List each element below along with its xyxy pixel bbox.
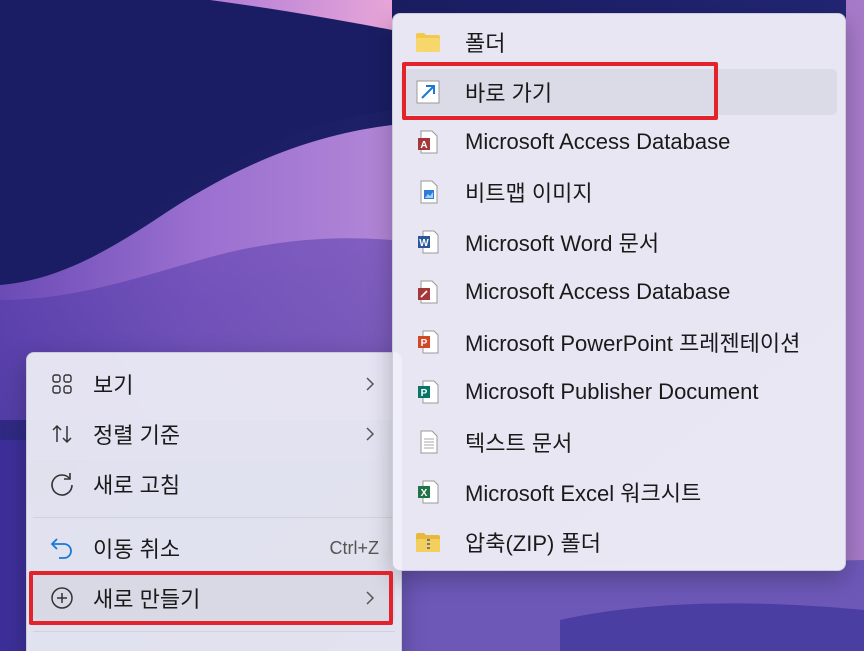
menu-separator <box>33 631 395 632</box>
shortcut-text: Ctrl+Z <box>329 537 380 558</box>
menu-item-label: 정렬 기준 <box>93 423 181 448</box>
svg-text:W: W <box>419 238 429 249</box>
submenu-item-label: Microsoft Access Database <box>465 129 731 154</box>
submenu-item-label: Microsoft Word 문서 <box>465 231 660 256</box>
submenu-item-publisher[interactable]: P Microsoft Publisher Document <box>401 369 837 415</box>
submenu-item-access-db-2[interactable]: Microsoft Access Database <box>401 269 837 315</box>
submenu-item-access-db[interactable]: A Microsoft Access Database <box>401 119 837 165</box>
svg-text:P: P <box>421 338 428 349</box>
submenu-item-label: Microsoft Publisher Document <box>465 379 759 404</box>
menu-item-sort-by[interactable]: 정렬 기준 <box>33 411 395 457</box>
submenu-item-word[interactable]: W Microsoft Word 문서 <box>401 219 837 265</box>
submenu-item-label: 비트맵 이미지 <box>465 181 593 206</box>
submenu-item-excel[interactable]: X Microsoft Excel 워크시트 <box>401 469 837 515</box>
undo-icon <box>49 535 75 561</box>
excel-file-icon: X <box>415 479 441 505</box>
svg-text:X: X <box>421 488 428 499</box>
svg-text:A: A <box>420 140 427 151</box>
submenu-item-label: Microsoft PowerPoint 프레젠테이션 <box>465 331 801 356</box>
svg-text:P: P <box>421 388 428 399</box>
submenu-item-label: Microsoft Excel 워크시트 <box>465 481 702 506</box>
highlight-box-new <box>29 571 393 625</box>
submenu-item-label: 폴더 <box>465 31 506 56</box>
highlight-box-shortcut <box>402 62 718 120</box>
powerpoint-file-icon: P <box>415 329 441 355</box>
menu-item-label: 보기 <box>93 373 134 398</box>
menu-item-refresh[interactable]: 새로 고침 <box>33 461 395 507</box>
bitmap-file-icon <box>415 179 441 205</box>
menu-item-label: 이동 취소 <box>93 537 181 562</box>
sort-icon <box>49 421 75 447</box>
menu-item-undo-move[interactable]: 이동 취소 Ctrl+Z <box>33 525 395 571</box>
word-file-icon: W <box>415 229 441 255</box>
menu-item-view[interactable]: 보기 <box>33 361 395 407</box>
access-file-icon <box>415 279 441 305</box>
chevron-right-icon <box>363 375 377 393</box>
publisher-file-icon: P <box>415 379 441 405</box>
zip-folder-icon <box>415 529 441 555</box>
menu-separator <box>33 517 395 518</box>
folder-icon <box>415 29 441 55</box>
chevron-right-icon <box>363 425 377 443</box>
text-file-icon <box>415 429 441 455</box>
grid-icon <box>49 371 75 397</box>
submenu-item-label: Microsoft Access Database <box>465 279 731 304</box>
menu-item-label: 새로 고침 <box>93 473 181 498</box>
submenu-item-text[interactable]: 텍스트 문서 <box>401 419 837 465</box>
submenu-item-powerpoint[interactable]: P Microsoft PowerPoint 프레젠테이션 <box>401 319 837 365</box>
submenu-item-zip-folder[interactable]: 압축(ZIP) 폴더 <box>401 519 837 565</box>
submenu-item-bitmap[interactable]: 비트맵 이미지 <box>401 169 837 215</box>
submenu-item-label: 압축(ZIP) 폴더 <box>465 531 601 556</box>
refresh-icon <box>49 471 75 497</box>
access-file-icon: A <box>415 129 441 155</box>
submenu-item-label: 텍스트 문서 <box>465 431 573 456</box>
submenu-item-folder[interactable]: 폴더 <box>401 19 837 65</box>
